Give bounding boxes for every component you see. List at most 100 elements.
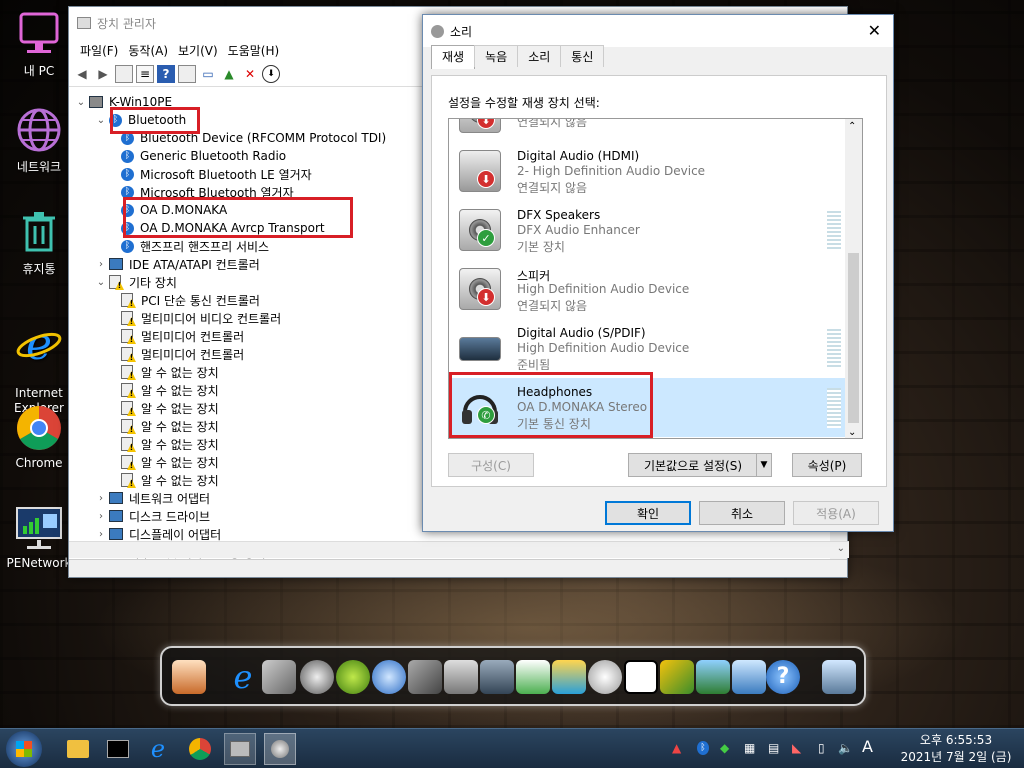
device-icon[interactable] (552, 660, 586, 694)
back-arrow-icon[interactable]: ◀ (73, 65, 91, 83)
spreadsheet-icon[interactable] (516, 660, 550, 694)
playback-device-item[interactable]: ⬇ 스피커 High Definition Audio Device 연결되지 않음 (449, 260, 847, 319)
tab-playback[interactable]: 재생 (431, 45, 476, 69)
tray-display-icon[interactable]: ▤ (768, 741, 779, 755)
start-button[interactable] (6, 731, 42, 767)
desktop-icon-internet-explorer[interactable]: e Internet Explorer (0, 304, 78, 416)
globe-icon[interactable] (372, 660, 406, 694)
tree-device[interactable]: 알 수 없는 장치 (115, 381, 219, 399)
expand-chevron-icon[interactable]: › (95, 529, 107, 540)
tray-bluetooth-icon[interactable]: ᛒ (697, 741, 709, 755)
disable-device-icon[interactable]: ⬇ (262, 64, 280, 83)
user-icon[interactable] (480, 660, 514, 694)
internet-explorer-icon[interactable]: e (226, 660, 260, 694)
expand-chevron-icon[interactable]: › (95, 511, 107, 522)
tree-device[interactable]: 알 수 없는 장치 (115, 363, 219, 381)
device-list-scrollbar[interactable]: ⌃ ⌄ (845, 119, 862, 438)
search-tool-icon[interactable] (588, 660, 622, 694)
scroll-down-arrow-icon[interactable]: ⌄ (837, 543, 845, 554)
tree-device[interactable]: 멀티미디어 컨트롤러 (115, 327, 244, 345)
scroll-up-arrow-icon[interactable]: ⌃ (848, 121, 856, 132)
home-icon[interactable] (172, 660, 206, 694)
tree-category[interactable]: › IDE ATA/ATAPI 컨트롤러 (95, 255, 260, 273)
taskbar-cmd[interactable] (102, 733, 134, 765)
desktop-icon-pc[interactable]: 내 PC (0, 10, 78, 79)
configure-button[interactable]: 구성(C) (448, 453, 534, 477)
close-icon[interactable]: ✕ (868, 21, 881, 40)
scan-hardware-icon[interactable]: ▭ (199, 65, 217, 83)
forward-arrow-icon[interactable]: ▶ (94, 65, 112, 83)
tools-icon[interactable] (262, 660, 296, 694)
scroll-thumb[interactable] (848, 253, 859, 423)
tab-communications[interactable]: 통신 (560, 45, 605, 67)
scroll-down-arrow-icon[interactable]: ⌄ (848, 427, 856, 438)
tray-volume-icon[interactable]: 🔈 (838, 741, 853, 755)
show-hide-console-tree-icon[interactable] (115, 64, 133, 83)
menu-action[interactable]: 동작(A) (123, 42, 173, 59)
tree-device[interactable]: 알 수 없는 장치 (115, 471, 219, 489)
tab-recording[interactable]: 녹음 (474, 45, 519, 67)
set-default-button[interactable]: 기본값으로 설정(S) (628, 453, 758, 477)
menu-view[interactable]: 보기(V) (173, 42, 223, 59)
cube-icon[interactable] (660, 660, 694, 694)
tree-device[interactable]: ᛒ 핸즈프리 핸즈프리 서비스 (115, 237, 269, 255)
tree-horizontal-scrollbar[interactable]: ⌄ (69, 541, 849, 558)
desktop-icon-recycle-bin[interactable]: 휴지통 (0, 208, 78, 277)
menu-help[interactable]: 도움말(H) (223, 42, 285, 59)
tree-device[interactable]: 멀티미디어 컨트롤러 (115, 345, 244, 363)
tray-tool-icon[interactable]: ◣ (792, 741, 801, 755)
desktop-icon-chrome[interactable]: Chrome (0, 404, 78, 470)
tree-category[interactable]: ⌄ 기타 장치 (95, 273, 177, 291)
photo-icon[interactable] (696, 660, 730, 694)
clock[interactable]: 오후 6:55:53 2021년 7월 2일 (금) (894, 732, 1018, 766)
action-pane-icon[interactable] (178, 64, 196, 83)
expand-chevron-icon[interactable]: › (95, 259, 107, 270)
uninstall-device-icon[interactable]: ✕ (241, 65, 259, 83)
tree-device[interactable]: ᛒ Generic Bluetooth Radio (115, 147, 286, 165)
tray-network-alert-icon[interactable]: ▲ (672, 741, 681, 755)
taskbar-device-manager[interactable] (224, 733, 256, 765)
taskbar-ie[interactable]: e (142, 733, 174, 765)
taskbar-sound[interactable] (264, 733, 296, 765)
help-icon[interactable]: ? (157, 64, 175, 83)
expand-chevron-icon[interactable]: › (95, 493, 107, 504)
tree-device[interactable]: 알 수 없는 장치 (115, 435, 219, 453)
tray-usb-icon[interactable]: ▯ (818, 741, 825, 755)
playback-device-item[interactable]: Digital Audio (S/PDIF) High Definition Au… (449, 319, 847, 378)
update-driver-icon[interactable]: ▲ (220, 65, 238, 83)
tab-sounds[interactable]: 소리 (517, 45, 562, 67)
collapse-chevron-icon[interactable]: ⌄ (95, 115, 107, 126)
desktop-icon-network[interactable]: 네트워크 (0, 106, 78, 175)
tray-app-icon[interactable]: ◆ (720, 741, 729, 755)
taskbar-chrome[interactable] (184, 733, 216, 765)
monitor-icon[interactable] (822, 660, 856, 694)
help-icon[interactable]: ? (766, 660, 800, 694)
ime-indicator[interactable]: A (862, 737, 873, 756)
hammer-icon[interactable] (408, 660, 442, 694)
tree-device[interactable]: 알 수 없는 장치 (115, 453, 219, 471)
cancel-button[interactable]: 취소 (699, 501, 785, 525)
tree-device[interactable]: 알 수 없는 장치 (115, 417, 219, 435)
taskbar-explorer[interactable] (62, 733, 94, 765)
tray-network-icon[interactable]: ▦ (744, 741, 755, 755)
sound-titlebar[interactable]: 소리 ✕ (423, 15, 893, 47)
file-transfer-icon[interactable] (732, 660, 766, 694)
tree-device[interactable]: PCI 단순 통신 컨트롤러 (115, 291, 260, 309)
playback-device-item[interactable]: ✓ DFX Speakers DFX Audio Enhancer 기본 장치 (449, 201, 847, 260)
settings-gear-icon[interactable] (336, 660, 370, 694)
playback-device-item[interactable]: ⬇ Digital Audio (HDMI) 2- High Definition … (449, 142, 847, 201)
playback-device-item[interactable]: ⬇ 연결되지 않음 (449, 119, 847, 142)
tree-category[interactable]: › 디스크 드라이브 (95, 507, 210, 525)
tree-device[interactable]: 알 수 없는 장치 (115, 399, 219, 417)
speaker-icon[interactable] (444, 660, 478, 694)
set-default-dropdown[interactable]: ▼ (756, 453, 772, 477)
collapse-chevron-icon[interactable]: ⌄ (95, 277, 107, 288)
7zip-icon[interactable] (624, 660, 658, 694)
disk-icon[interactable] (300, 660, 334, 694)
menu-file[interactable]: 파일(F) (75, 42, 123, 59)
apply-button[interactable]: 적용(A) (793, 501, 879, 525)
ok-button[interactable]: 확인 (605, 501, 691, 525)
properties-icon[interactable]: ≡ (136, 64, 154, 83)
properties-button[interactable]: 속성(P) (792, 453, 862, 477)
tree-category[interactable]: › 네트워크 어댑터 (95, 489, 210, 507)
